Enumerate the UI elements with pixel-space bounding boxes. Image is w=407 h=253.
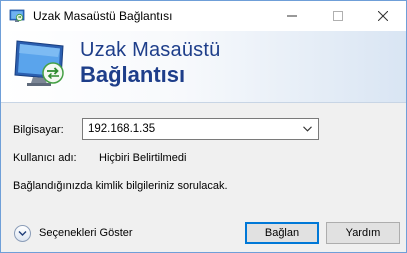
expand-chevron-icon[interactable]: [14, 224, 31, 242]
username-label: Kullanıcı adı:: [13, 152, 77, 164]
title-bar[interactable]: Uzak Masaüstü Bağlantısı: [1, 1, 406, 31]
header-banner: Uzak Masaüstü Bağlantısı: [1, 31, 406, 103]
help-button[interactable]: Yardım: [326, 222, 400, 244]
banner-title-line2: Bağlantısı: [80, 62, 186, 87]
computer-combobox[interactable]: 192.168.1.35: [82, 118, 319, 140]
minimize-button[interactable]: [269, 1, 315, 31]
credentials-info-text: Bağlandığınızda kimlik bilgileriniz soru…: [13, 180, 228, 192]
banner-title-line1: Uzak Masaüstü: [80, 39, 221, 61]
chevron-down-icon[interactable]: [299, 120, 316, 138]
remote-desktop-monitor-icon: [14, 40, 64, 86]
remote-desktop-icon: [9, 9, 25, 22]
show-options-label[interactable]: Seçenekleri Göster: [39, 227, 133, 239]
computer-label: Bilgisayar:: [13, 124, 64, 136]
window-title: Uzak Masaüstü Bağlantısı: [33, 9, 173, 23]
close-button[interactable]: [360, 1, 406, 31]
connect-button[interactable]: Bağlan: [245, 222, 319, 244]
computer-value[interactable]: 192.168.1.35: [88, 123, 155, 135]
maximize-icon: [333, 11, 343, 21]
maximize-button[interactable]: [315, 1, 361, 31]
minimize-icon: [287, 15, 297, 17]
username-value: Hiçbiri Belirtilmedi: [99, 152, 187, 164]
show-options-toggle[interactable]: Seçenekleri Göster: [14, 224, 133, 242]
close-icon: [378, 11, 388, 21]
remote-desktop-window: Uzak Masaüstü Bağlantısı Uzak Masaüstü B…: [0, 0, 407, 253]
